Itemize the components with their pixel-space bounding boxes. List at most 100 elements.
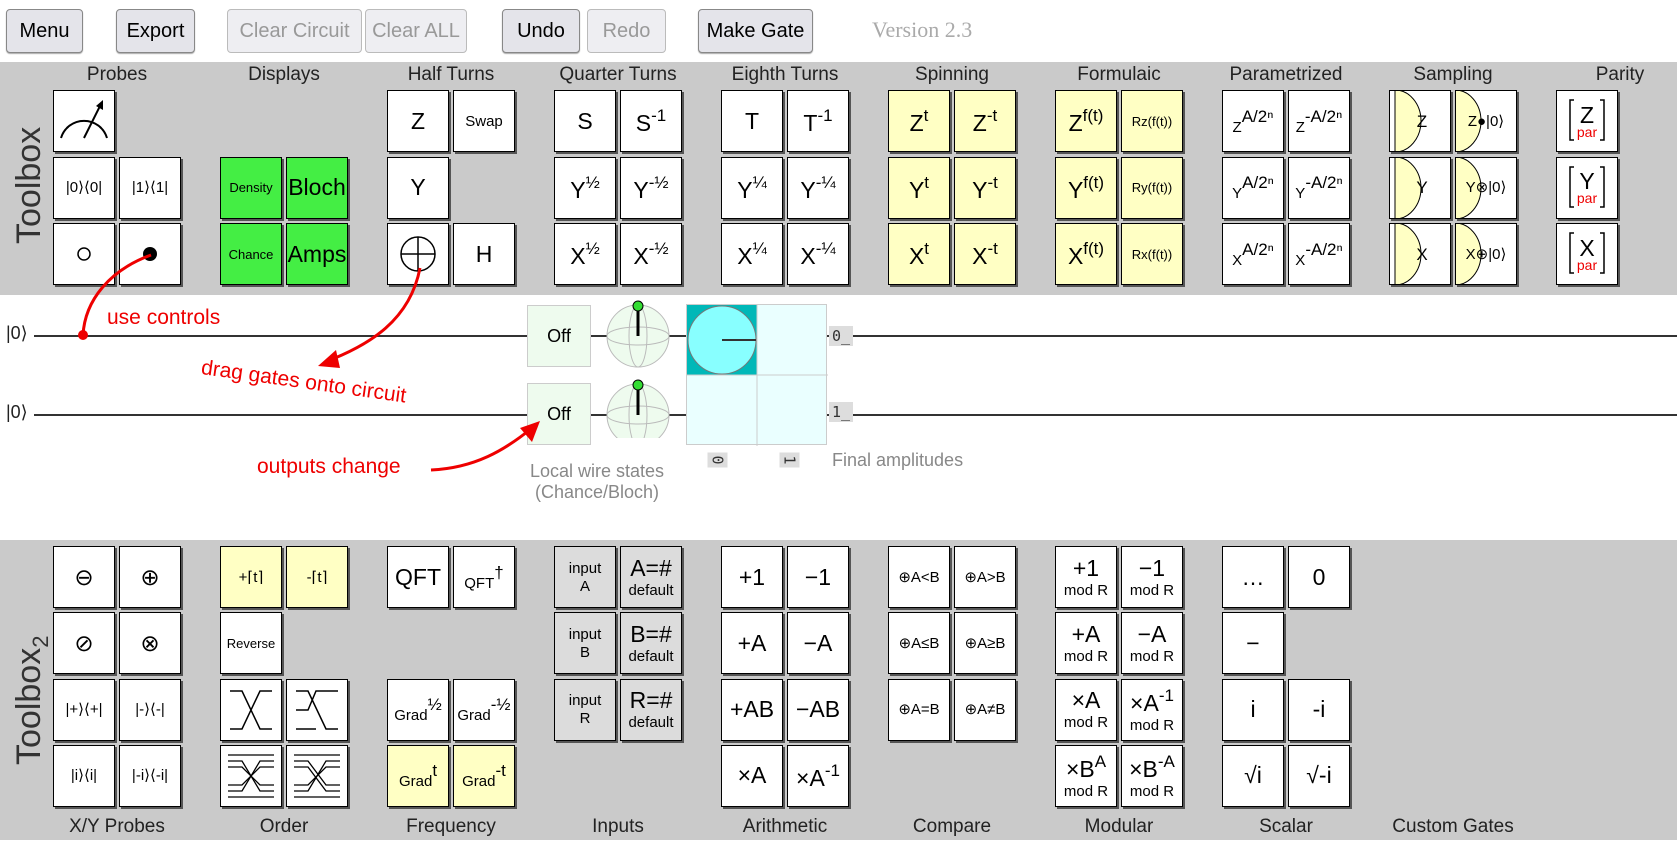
gate-qft-pow[interactable]: QFT† [453, 546, 515, 608]
gate-z-pow[interactable]: ZA/2ⁿ [1222, 90, 1284, 152]
gate-x-pow[interactable]: Xt [888, 223, 950, 285]
gate-z-pow[interactable]: Z-A/2ⁿ [1288, 90, 1350, 152]
gate--a-b[interactable]: ⊕A<B [888, 546, 950, 608]
gate--[interactable]: ⊖ [53, 546, 115, 608]
gate-y-pow[interactable]: Y-t [954, 156, 1016, 219]
gate--1-1-[interactable]: |1⟩⟨1| [119, 156, 181, 219]
gate-y-pow[interactable]: Y¼ [721, 156, 783, 219]
gate--[interactable]: |-⟩⟨-| [119, 678, 181, 741]
wire-1[interactable] [34, 414, 1677, 416]
gate-b-[interactable]: B=# default [620, 612, 682, 675]
wire-0-input-label[interactable]: |0⟩ [6, 323, 28, 344]
gate-cycle-up[interactable] [220, 678, 282, 741]
gate-parity[interactable]: Xpar [1556, 223, 1618, 285]
gate-interleave[interactable] [220, 744, 282, 807]
gate--i-i-[interactable]: |-i⟩⟨-i| [119, 744, 181, 807]
gate--[interactable]: − [1222, 612, 1284, 675]
gate-qft[interactable]: QFT [387, 546, 449, 608]
gate-parity[interactable]: Ypar [1556, 156, 1618, 219]
gate--ab[interactable]: −AB [787, 678, 849, 741]
gate-grad-pow[interactable]: Gradt [387, 744, 449, 807]
gate-z-pow[interactable]: Zt [888, 90, 950, 152]
gate-parity[interactable]: Zpar [1556, 90, 1618, 152]
gate--i[interactable]: -i [1288, 678, 1350, 741]
gate-sample-post[interactable]: Y⊗|0⟩ [1455, 156, 1517, 219]
gate--ab[interactable]: +AB [721, 678, 783, 741]
chance-display-wire-1[interactable]: Off [527, 383, 591, 445]
gate-s[interactable]: S [554, 90, 616, 152]
gate--1[interactable]: +1 [721, 546, 783, 608]
gate--a[interactable]: ×A [721, 744, 783, 807]
gate-y[interactable]: Y [387, 156, 449, 219]
gate--t-[interactable]: -⌈t⌉ [286, 546, 348, 608]
gate-y-pow[interactable]: Yf(t) [1055, 156, 1117, 219]
gate-y-pow[interactable]: YA/2ⁿ [1222, 156, 1284, 219]
gate-z-pow[interactable]: Zf(t) [1055, 90, 1117, 152]
clear-all-button[interactable]: Clear ALL [365, 9, 467, 53]
gate--1[interactable]: +1 mod R [1055, 546, 1117, 608]
wire-1-input-label[interactable]: |0⟩ [6, 402, 28, 423]
redo-button[interactable]: Redo [587, 9, 666, 53]
gate-input[interactable]: input R [554, 678, 616, 741]
gate--1[interactable]: −1 mod R [1121, 546, 1183, 608]
gate--a-pow[interactable]: ×A-1 [787, 744, 849, 807]
gate-density[interactable]: Density [220, 156, 282, 219]
gate--[interactable]: |+⟩⟨+| [53, 678, 115, 741]
gate-deinterleave[interactable] [286, 744, 348, 807]
gate-x-pow[interactable]: XA/2ⁿ [1222, 223, 1284, 285]
gate-x-pow[interactable]: X-¼ [787, 223, 849, 285]
gate-s-pow[interactable]: S-1 [620, 90, 682, 152]
gate-sample-post[interactable]: Z●|0⟩ [1455, 90, 1517, 152]
chance-display-wire-0[interactable]: Off [527, 305, 591, 367]
gate--i-i-[interactable]: |i⟩⟨i| [53, 744, 115, 807]
gate-r-[interactable]: R=# default [620, 678, 682, 741]
gate-bloch[interactable]: Bloch [286, 156, 348, 219]
gate-z-pow[interactable]: Z-t [954, 90, 1016, 152]
gate-y-pow[interactable]: Yt [888, 156, 950, 219]
menu-button[interactable]: Menu [6, 9, 83, 53]
wire-0[interactable] [34, 335, 1677, 337]
gate--a-b[interactable]: ⊕A≥B [954, 612, 1016, 675]
gate--a[interactable]: −A [787, 612, 849, 675]
gate-control[interactable] [119, 223, 181, 285]
gate-grad-pow[interactable]: Grad-½ [453, 678, 515, 741]
gate--a-b[interactable]: ⊕A>B [954, 546, 1016, 608]
bloch-spheres[interactable] [603, 298, 673, 438]
clear-circuit-button[interactable]: Clear Circuit [227, 9, 362, 53]
gate-a-[interactable]: A=# default [620, 546, 682, 608]
gate-y-pow[interactable]: Y-A/2ⁿ [1288, 156, 1350, 219]
gate--a[interactable]: ×A mod R [1055, 678, 1117, 741]
gate--a[interactable]: +A [721, 612, 783, 675]
gate--1[interactable]: −1 [787, 546, 849, 608]
gate--i[interactable]: √-i [1288, 744, 1350, 807]
gate--0-0-[interactable]: |0⟩⟨0| [53, 156, 115, 219]
gate-x-pow[interactable]: X¼ [721, 223, 783, 285]
gate--a-b[interactable]: ⊕A=B [888, 678, 950, 741]
gate-i[interactable]: i [1222, 678, 1284, 741]
gate--[interactable]: ⊘ [53, 612, 115, 675]
gate-grad-pow[interactable]: Grad½ [387, 678, 449, 741]
gate-chance[interactable]: Chance [220, 223, 282, 285]
gate-t[interactable]: T [721, 90, 783, 152]
gate-input[interactable]: input B [554, 612, 616, 675]
gate-swap[interactable]: Swap [453, 90, 515, 152]
gate--[interactable]: … [1222, 546, 1284, 608]
gate-cycle-down[interactable] [286, 678, 348, 741]
undo-button[interactable]: Undo [502, 9, 580, 53]
gate-x-pow[interactable]: Xf(t) [1055, 223, 1117, 285]
gate-rx-f-t-[interactable]: Rx(f(t)) [1121, 223, 1183, 285]
gate-sample[interactable]: X [1389, 223, 1451, 285]
gate-y-pow[interactable]: Y½ [554, 156, 616, 219]
amplitude-display[interactable] [686, 304, 828, 446]
gate-input[interactable]: input A [554, 546, 616, 608]
gate-reverse[interactable]: Reverse [220, 612, 282, 675]
make-gate-button[interactable]: Make Gate [698, 9, 813, 53]
gate-oplus[interactable] [387, 223, 449, 285]
gate-x-pow[interactable]: X-t [954, 223, 1016, 285]
gate--[interactable]: ⊕ [119, 546, 181, 608]
gate-meter[interactable] [53, 90, 115, 152]
gate-0[interactable]: 0 [1288, 546, 1350, 608]
gate-t-pow[interactable]: T-1 [787, 90, 849, 152]
gate-sample[interactable]: Y [1389, 156, 1451, 219]
gate-sample[interactable]: Z [1389, 90, 1451, 152]
